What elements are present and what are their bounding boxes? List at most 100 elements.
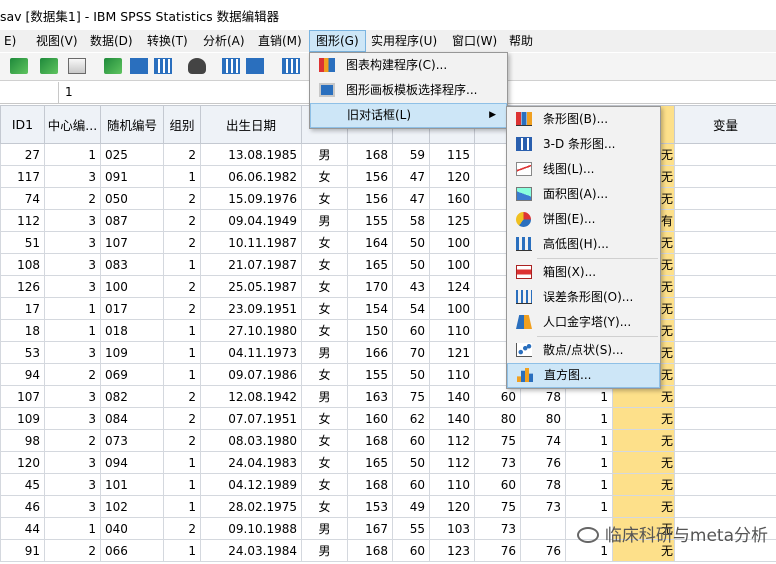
table-cell[interactable]: 62	[392, 407, 430, 430]
table-cell[interactable]: 75	[474, 495, 521, 518]
table-cell[interactable]: 101	[100, 473, 164, 496]
table-cell[interactable]: 24.04.1983	[200, 451, 302, 474]
table-cell[interactable]: 1	[44, 143, 101, 166]
table-cell-empty[interactable]	[674, 495, 776, 518]
table-cell-empty[interactable]	[674, 451, 776, 474]
table-cell[interactable]: 3	[44, 165, 101, 188]
find-icon[interactable]	[188, 58, 206, 74]
legacy-menu-item-1[interactable]: 3-D 条形图...	[507, 132, 660, 157]
table-cell[interactable]: 160	[429, 187, 475, 210]
table-cell[interactable]: 无	[612, 407, 675, 430]
table-cell[interactable]: 21.07.1987	[200, 253, 302, 276]
table-cell[interactable]: 08.03.1980	[200, 429, 302, 452]
table-cell[interactable]: 50	[392, 363, 430, 386]
table-cell[interactable]	[520, 517, 566, 540]
table-cell-empty[interactable]	[674, 341, 776, 364]
table-cell[interactable]: 117	[0, 165, 45, 188]
table-cell[interactable]: 46	[0, 495, 45, 518]
table-cell[interactable]: 110	[429, 473, 475, 496]
table-cell[interactable]: 160	[347, 407, 393, 430]
table-cell[interactable]: 2	[163, 385, 201, 408]
table-cell[interactable]: 女	[301, 275, 348, 298]
legacy-menu-item-9[interactable]: 散点/点状(S)...	[507, 338, 660, 363]
table-cell[interactable]: 94	[0, 363, 45, 386]
undo-icon[interactable]	[40, 58, 58, 74]
table-cell-empty[interactable]	[674, 429, 776, 452]
table-cell[interactable]: 050	[100, 187, 164, 210]
graphs-menu-item-0[interactable]: 图表构建程序(C)...	[310, 53, 507, 78]
table-cell[interactable]: 168	[347, 473, 393, 496]
table-cell-empty[interactable]	[674, 407, 776, 430]
table-cell[interactable]: 165	[347, 253, 393, 276]
table-cell-empty[interactable]	[674, 253, 776, 276]
table-cell[interactable]: 73	[474, 451, 521, 474]
table-cell[interactable]: 51	[0, 231, 45, 254]
table-cell[interactable]: 100	[100, 275, 164, 298]
table-cell[interactable]: 3	[44, 385, 101, 408]
cell-editor-input[interactable]: 1	[58, 82, 308, 104]
table-cell[interactable]: 1	[565, 429, 613, 452]
column-header[interactable]: 出生日期	[200, 105, 302, 144]
table-cell[interactable]: 07.07.1951	[200, 407, 302, 430]
legacy-menu-item-5[interactable]: 高低图(H)...	[507, 232, 660, 257]
table-cell[interactable]: 125	[429, 209, 475, 232]
table-cell[interactable]: 2	[44, 539, 101, 562]
graphs-menu-item-1[interactable]: 图形画板模板选择程序...	[310, 78, 507, 103]
table-cell[interactable]: 2	[163, 517, 201, 540]
table-cell[interactable]: 140	[429, 385, 475, 408]
legacy-menu-item-3[interactable]: 面积图(A)...	[507, 182, 660, 207]
table-cell[interactable]: 09.04.1949	[200, 209, 302, 232]
table-cell[interactable]: 3	[44, 209, 101, 232]
table-cell[interactable]: 107	[0, 385, 45, 408]
table-cell[interactable]: 70	[392, 341, 430, 364]
table-cell[interactable]: 108	[0, 253, 45, 276]
table-cell[interactable]: 102	[100, 495, 164, 518]
table-cell[interactable]: 78	[520, 473, 566, 496]
table-cell[interactable]: 58	[392, 209, 430, 232]
table-cell[interactable]: 男	[301, 341, 348, 364]
table-cell[interactable]: 140	[429, 407, 475, 430]
table-cell[interactable]: 23.09.1951	[200, 297, 302, 320]
menu-item-4[interactable]: 分析(A)	[197, 30, 251, 52]
table-cell[interactable]: 男	[301, 539, 348, 562]
table-cell[interactable]: 3	[44, 231, 101, 254]
table-cell[interactable]: 75	[474, 429, 521, 452]
legacy-menu-item-0[interactable]: 条形图(B)...	[507, 107, 660, 132]
table-cell[interactable]: 2	[163, 297, 201, 320]
table-cell[interactable]: 094	[100, 451, 164, 474]
table-cell[interactable]: 082	[100, 385, 164, 408]
table-cell[interactable]: 13.08.1985	[200, 143, 302, 166]
table-cell[interactable]: 165	[347, 451, 393, 474]
table-cell[interactable]: 018	[100, 319, 164, 342]
table-cell[interactable]: 54	[392, 297, 430, 320]
menu-item-3[interactable]: 转换(T)	[141, 30, 194, 52]
table-cell-empty[interactable]	[674, 143, 776, 166]
table-cell[interactable]: 1	[163, 451, 201, 474]
table-cell[interactable]: 25.05.1987	[200, 275, 302, 298]
table-cell[interactable]: 073	[100, 429, 164, 452]
table-cell[interactable]: 女	[301, 165, 348, 188]
table-cell[interactable]: 168	[347, 143, 393, 166]
column-header[interactable]: 随机编号	[100, 105, 164, 144]
table-cell[interactable]: 女	[301, 231, 348, 254]
table-cell[interactable]: 80	[474, 407, 521, 430]
table-cell[interactable]: 155	[347, 363, 393, 386]
table-cell[interactable]: 3	[44, 495, 101, 518]
table-cell-empty[interactable]	[674, 209, 776, 232]
table-cell[interactable]: 76	[474, 539, 521, 562]
column-header[interactable]: 中心编...	[44, 105, 101, 144]
table-cell[interactable]: 168	[347, 429, 393, 452]
table-cell[interactable]: 60	[392, 319, 430, 342]
table-cell-empty[interactable]	[674, 363, 776, 386]
table-cell[interactable]: 156	[347, 187, 393, 210]
table-cell[interactable]: 50	[392, 253, 430, 276]
table-cell[interactable]: 3	[44, 341, 101, 364]
column-header[interactable]: 变量	[674, 105, 776, 144]
table-cell[interactable]: 2	[44, 187, 101, 210]
table-cell[interactable]: 女	[301, 495, 348, 518]
table-cell[interactable]: 91	[0, 539, 45, 562]
table-cell[interactable]: 1	[163, 363, 201, 386]
table-cell[interactable]: 100	[429, 297, 475, 320]
table-cell[interactable]: 04.11.1973	[200, 341, 302, 364]
table-cell[interactable]: 60	[392, 539, 430, 562]
